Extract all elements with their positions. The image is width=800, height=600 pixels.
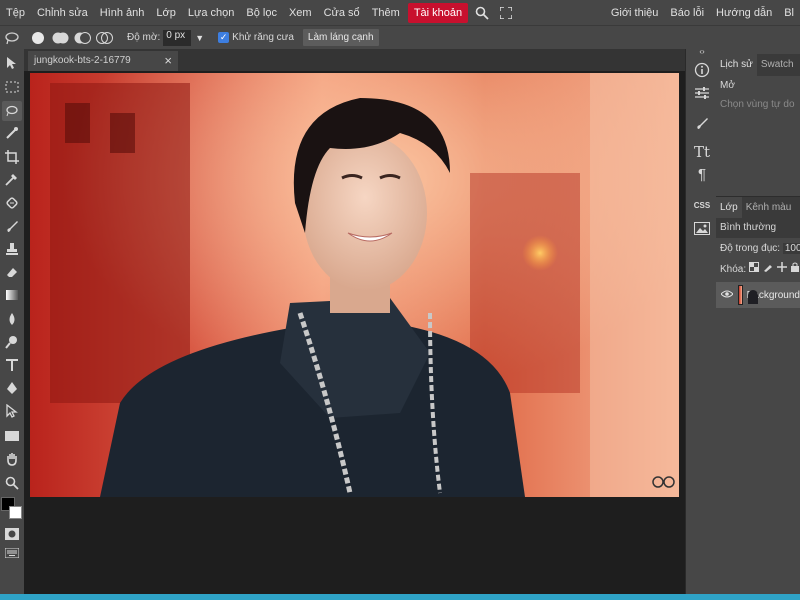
opacity-row: Độ trong đục: 100 — [716, 239, 800, 259]
opacity-input[interactable]: 100 — [782, 243, 800, 254]
eyedropper-icon[interactable] — [2, 169, 22, 189]
tab-layers[interactable]: Lớp — [716, 197, 742, 218]
menu-guide[interactable]: Hướng dẫn — [710, 3, 778, 23]
canvas-area[interactable] — [24, 71, 685, 594]
brush-settings-icon[interactable] — [690, 112, 714, 134]
brush-tool-icon[interactable] — [2, 216, 22, 236]
move-tool-icon[interactable] — [2, 53, 22, 73]
layers-panel-tabs: Lớp Kênh màu — [716, 196, 800, 218]
shape-tool-icon[interactable] — [2, 426, 22, 446]
menu-edit[interactable]: Chỉnh sửa — [31, 3, 94, 23]
subtract-selection-icon[interactable] — [73, 29, 91, 47]
menu-view[interactable]: Xem — [283, 3, 318, 23]
gradient-tool-icon[interactable] — [2, 285, 22, 305]
layer-thumbnail — [738, 285, 758, 305]
text-tool-icon[interactable] — [2, 355, 22, 375]
menu-image[interactable]: Hình ảnh — [94, 3, 151, 23]
refine-edge-button[interactable]: Làm láng cạnh — [302, 29, 379, 46]
blend-mode-select[interactable]: Bình thường — [716, 218, 800, 238]
adjustments-icon[interactable] — [690, 82, 714, 104]
feather-input[interactable]: 0 px — [163, 29, 192, 46]
lock-transparency-icon[interactable] — [749, 260, 760, 280]
quick-mask-icon[interactable] — [2, 524, 22, 544]
healing-brush-icon[interactable] — [2, 193, 22, 213]
tab-channels[interactable]: Kênh màu — [742, 197, 796, 218]
background-color-swatch[interactable] — [9, 506, 22, 519]
tools-panel — [0, 49, 24, 594]
bottom-status-bar — [0, 594, 800, 600]
history-item[interactable]: Chọn vùng tự do — [716, 95, 800, 115]
history-panel-tabs: Lịch sử Swatch — [716, 54, 800, 76]
menu-more[interactable]: Thêm — [366, 3, 406, 23]
document-tab-title: jungkook-bts-2-16779 — [34, 55, 131, 66]
document-tab-strip: jungkook-bts-2-16779 × — [24, 49, 685, 71]
quick-select-icon[interactable] — [2, 123, 22, 143]
hand-tool-icon[interactable] — [2, 449, 22, 469]
blur-tool-icon[interactable] — [2, 309, 22, 329]
new-selection-icon[interactable] — [29, 29, 47, 47]
lock-paint-icon[interactable] — [763, 260, 773, 280]
keyboard-icon[interactable] — [2, 543, 22, 563]
close-icon[interactable]: × — [164, 51, 172, 71]
menu-about[interactable]: Giới thiệu — [605, 3, 665, 23]
menu-report-bug[interactable]: Báo lỗi — [664, 3, 710, 23]
feather-label: Độ mờ: — [127, 32, 161, 43]
history-item[interactable]: Mở — [716, 76, 800, 96]
eye-icon[interactable] — [720, 289, 734, 301]
menu-file[interactable]: Tệp — [0, 3, 31, 23]
tab-history[interactable]: Lịch sử — [716, 54, 757, 76]
lock-position-icon[interactable] — [777, 260, 788, 280]
right-panels: Lịch sử Swatch Mở Chọn vùng tự do Lớp Kê… — [716, 49, 800, 594]
document-tab[interactable]: jungkook-bts-2-16779 × — [28, 51, 178, 71]
lock-row: Khóa: — [716, 260, 800, 280]
panel-icon-column: ‹› Tt ¶ CSS — [685, 46, 716, 594]
layer-row[interactable]: Background — [716, 282, 800, 308]
lasso-tool-icon[interactable] — [2, 101, 22, 121]
paragraph-icon[interactable]: ¶ — [690, 163, 714, 185]
menu-blog[interactable]: Bl — [778, 3, 800, 23]
add-selection-icon[interactable] — [51, 29, 69, 47]
canvas-image[interactable] — [30, 73, 679, 497]
menu-account[interactable]: Tài khoản — [407, 2, 469, 23]
image-icon[interactable] — [690, 217, 714, 239]
lasso-tool-icon[interactable] — [3, 29, 21, 47]
options-bar: Độ mờ: 0 px ▼ ✓ Khử răng cưa Làm láng cạ… — [0, 25, 800, 49]
menu-layer[interactable]: Lớp — [150, 3, 181, 23]
menu-select[interactable]: Lựa chọn — [182, 3, 241, 23]
antialias-checkbox[interactable]: ✓ — [218, 32, 230, 43]
menu-bar: Tệp Chỉnh sửa Hình ảnh Lớp Lựa chọn Bộ l… — [0, 0, 800, 25]
css-icon[interactable]: CSS — [690, 194, 714, 216]
clone-stamp-icon[interactable] — [2, 239, 22, 259]
eraser-tool-icon[interactable] — [2, 262, 22, 282]
lock-all-icon[interactable] — [791, 260, 800, 280]
search-icon[interactable] — [472, 3, 492, 23]
dodge-tool-icon[interactable] — [2, 332, 22, 352]
path-select-icon[interactable] — [2, 401, 22, 421]
marquee-tool-icon[interactable] — [2, 77, 22, 97]
antialias-label: Khử răng cưa — [232, 32, 294, 43]
collapse-arrows-icon[interactable]: ‹› — [690, 46, 714, 56]
menu-filter[interactable]: Bộ lọc — [240, 3, 283, 23]
character-icon[interactable]: Tt — [690, 141, 714, 163]
chevron-down-icon[interactable]: ▼ — [195, 33, 204, 43]
fullscreen-icon[interactable] — [496, 3, 516, 23]
opacity-label: Độ trong đục: — [720, 243, 781, 254]
info-icon[interactable] — [690, 59, 714, 81]
lock-label: Khóa: — [720, 264, 747, 275]
intersect-selection-icon[interactable] — [95, 29, 113, 47]
crop-tool-icon[interactable] — [2, 147, 22, 167]
menu-window[interactable]: Cửa sổ — [318, 3, 366, 23]
tab-swatches[interactable]: Swatch — [757, 54, 798, 76]
zoom-tool-icon[interactable] — [2, 473, 22, 493]
pen-tool-icon[interactable] — [2, 378, 22, 398]
